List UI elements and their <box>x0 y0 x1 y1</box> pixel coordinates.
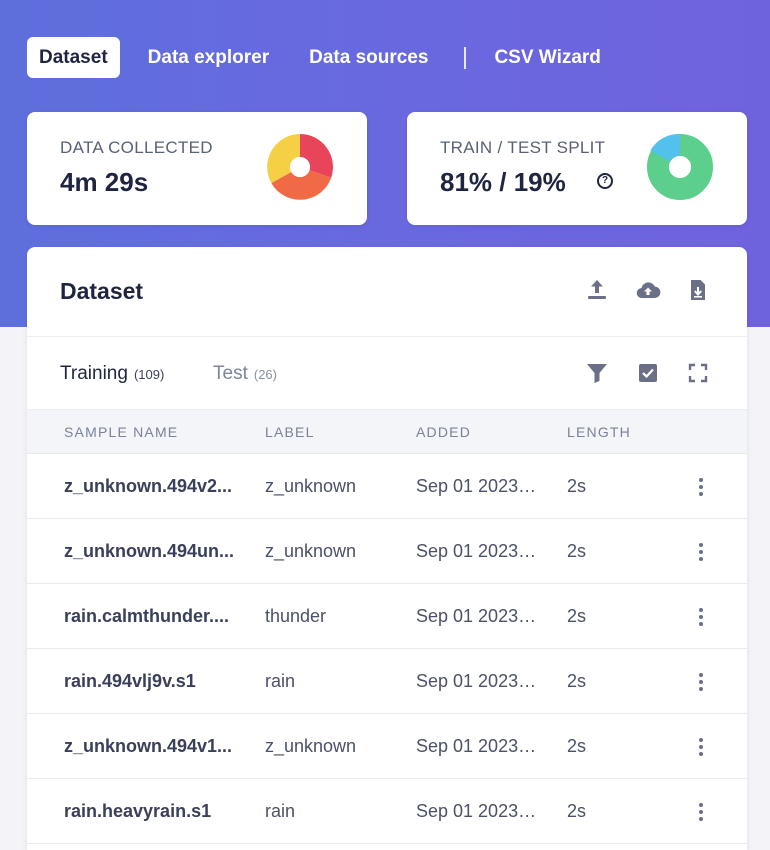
tab-data-explorer[interactable]: Data explorer <box>136 37 281 78</box>
table-row[interactable]: rain.494vlj9v.s1 rain Sep 01 2023, ... 2… <box>27 649 747 714</box>
table-row[interactable]: z_unknown.494v1... z_unknown Sep 01 2023… <box>27 714 747 779</box>
sample-label: rain <box>265 801 296 821</box>
train-test-split-chart <box>647 134 713 200</box>
sample-length: 2s <box>567 541 587 561</box>
sample-added: Sep 01 2023, ... <box>416 671 540 691</box>
more-options-icon[interactable] <box>691 800 711 824</box>
data-collected-card: DATA COLLECTED 4m 29s <box>27 112 367 225</box>
more-options-icon[interactable] <box>691 540 711 564</box>
column-label[interactable]: LABEL <box>265 424 315 440</box>
train-test-split-card: TRAIN / TEST SPLIT 81% / 19% ? <box>407 112 747 225</box>
column-length[interactable]: LENGTH <box>567 424 631 440</box>
sample-name[interactable]: rain.calmthunder.... <box>64 606 244 627</box>
sample-name[interactable]: rain.494vlj9v.s1 <box>64 671 244 692</box>
checkbox-icon[interactable] <box>635 360 661 386</box>
sample-label: z_unknown <box>265 476 357 496</box>
table-row[interactable]: rain.calmthunder.... thunder Sep 01 2023… <box>27 584 747 649</box>
dataset-card: Dataset Training (109) Test (26) SAMPLE … <box>27 247 747 850</box>
column-added[interactable]: ADDED <box>416 424 471 440</box>
sample-added: Sep 01 2023, ... <box>416 736 540 756</box>
sample-length: 2s <box>567 671 587 691</box>
tab-training[interactable]: Training (109) <box>60 363 164 385</box>
train-test-split-value: 81% / 19% <box>440 167 566 197</box>
train-test-split-label: TRAIN / TEST SPLIT <box>440 138 606 157</box>
more-options-icon[interactable] <box>691 605 711 629</box>
table-header: SAMPLE NAME LABEL ADDED LENGTH <box>27 410 747 454</box>
sample-added: Sep 01 2023, ... <box>416 606 540 626</box>
data-collected-label: DATA COLLECTED <box>60 138 213 157</box>
tab-dataset[interactable]: Dataset <box>27 37 120 78</box>
column-sample-name[interactable]: SAMPLE NAME <box>64 424 178 440</box>
sample-label: thunder <box>265 606 327 626</box>
sample-length: 2s <box>567 736 587 756</box>
tab-training-count: (109) <box>133 367 165 382</box>
fullscreen-icon[interactable] <box>685 360 711 386</box>
sample-name[interactable]: z_unknown.494v1... <box>64 736 244 757</box>
dataset-card-header: Dataset <box>27 247 747 337</box>
tab-data-sources[interactable]: Data sources <box>297 37 440 78</box>
download-file-icon[interactable] <box>685 277 711 303</box>
tab-test[interactable]: Test (26) <box>213 363 277 385</box>
table-row[interactable]: rain.heavyrain.s1 rain Sep 01 2023, ... … <box>27 779 747 844</box>
sample-label: z_unknown <box>265 541 357 561</box>
tab-test-label: Test <box>213 363 248 384</box>
sample-length: 2s <box>567 606 587 626</box>
sample-length: 2s <box>567 476 587 496</box>
table-row[interactable]: z_unknown.494v2... z_unknown Sep 01 2023… <box>27 454 747 519</box>
sample-name[interactable]: rain.heavyrain.s1 <box>64 801 244 822</box>
top-nav: Dataset Data explorer Data sources CSV W… <box>27 37 629 78</box>
sample-added: Sep 01 2023, ... <box>416 541 540 561</box>
data-collected-value: 4m 29s <box>60 167 149 197</box>
sample-label: z_unknown <box>265 736 357 756</box>
upload-icon[interactable] <box>584 277 610 303</box>
sample-length: 2s <box>567 801 587 821</box>
tab-training-label: Training <box>60 363 128 384</box>
help-icon[interactable]: ? <box>597 173 613 189</box>
dataset-title: Dataset <box>60 278 144 304</box>
table-row[interactable]: z_unknown.494un... z_unknown Sep 01 2023… <box>27 519 747 584</box>
sample-label: rain <box>265 671 296 691</box>
sample-added: Sep 01 2023, ... <box>416 801 540 821</box>
data-collected-chart <box>267 134 333 200</box>
more-options-icon[interactable] <box>691 670 711 694</box>
sample-added: Sep 01 2023, ... <box>416 476 540 496</box>
filter-icon[interactable] <box>584 360 610 386</box>
sample-name[interactable]: z_unknown.494v2... <box>64 476 244 497</box>
more-options-icon[interactable] <box>691 735 711 759</box>
nav-divider <box>464 46 467 69</box>
sample-name[interactable]: z_unknown.494un... <box>64 541 244 562</box>
tab-csv-wizard[interactable]: CSV Wizard <box>482 37 612 78</box>
tab-test-count: (26) <box>253 367 277 382</box>
cloud-upload-icon[interactable] <box>635 277 661 303</box>
dataset-tabs: Training (109) Test (26) <box>27 337 747 410</box>
more-options-icon[interactable] <box>691 475 711 499</box>
